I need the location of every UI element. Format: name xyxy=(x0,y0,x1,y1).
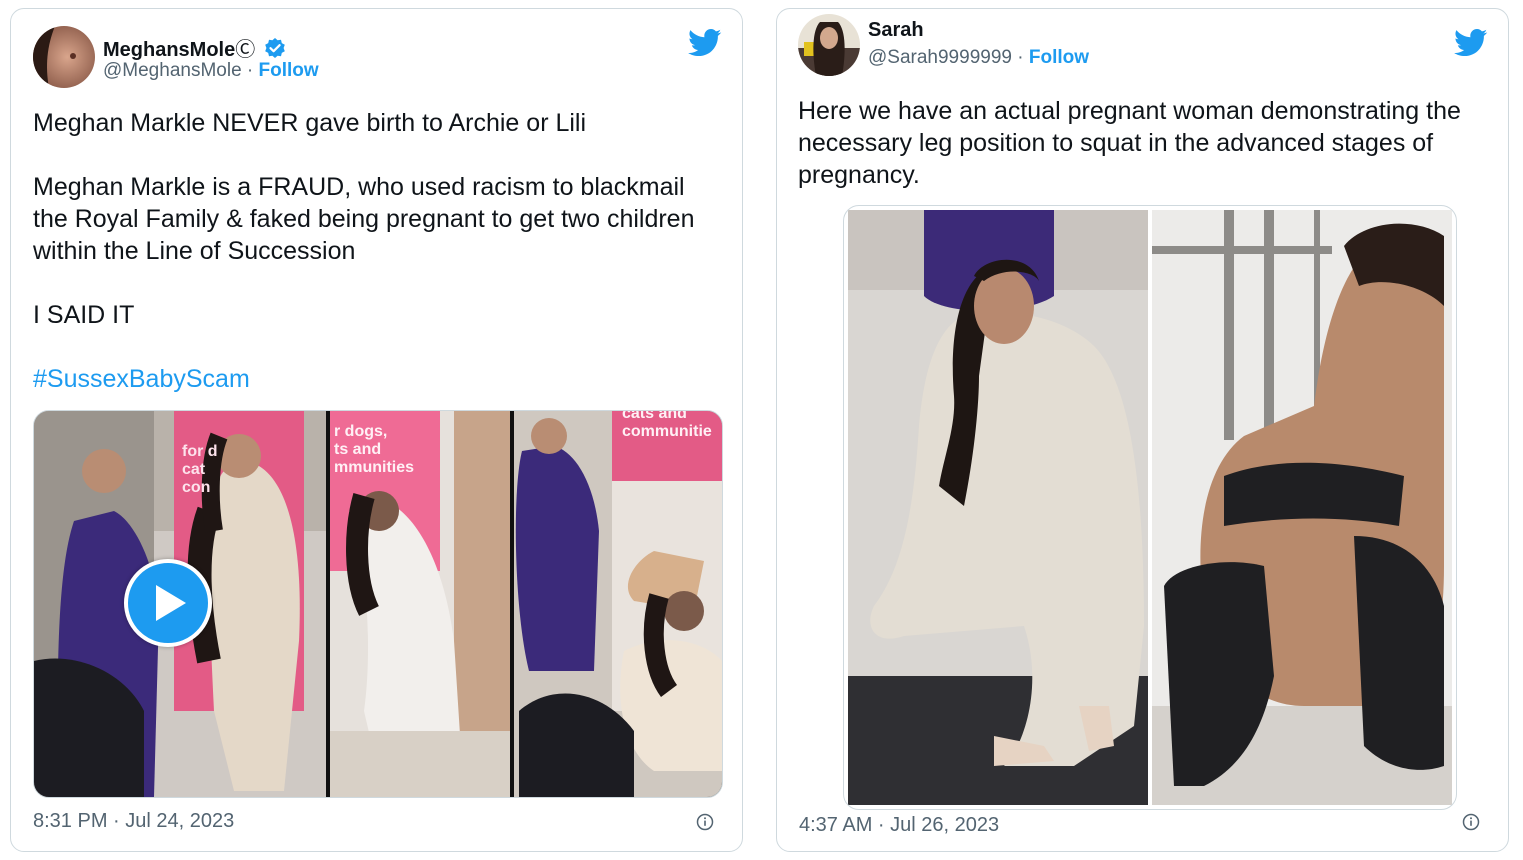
info-icon[interactable] xyxy=(696,813,714,831)
banner-text-frame1: for d cat con xyxy=(182,443,218,496)
tweet-card-1: MeghansMoleⒸ @MeghansMole · Follow Megha… xyxy=(10,8,743,852)
hashtag-link[interactable]: #SussexBabyScam xyxy=(33,363,723,395)
follow-button[interactable]: Follow xyxy=(1029,47,1089,68)
play-button[interactable] xyxy=(124,559,212,647)
info-icon[interactable] xyxy=(1462,813,1480,831)
image-panels xyxy=(848,210,1452,805)
dot-separator: · xyxy=(1017,47,1024,68)
author-handle-line: @Sarah9999999 · Follow xyxy=(868,47,1089,69)
tweet-text: Meghan Markle NEVER gave birth to Archie… xyxy=(33,107,723,395)
tweet-text-line-1: Meghan Markle NEVER gave birth to Archie… xyxy=(33,109,587,137)
tweet-text: Here we have an actual pregnant woman de… xyxy=(798,97,1461,189)
twitter-bird-icon[interactable] xyxy=(688,29,722,57)
tweet-timestamp[interactable]: 4:37 AM · Jul 26, 2023 xyxy=(799,814,999,837)
play-icon xyxy=(156,585,186,621)
author-handle[interactable]: @MeghansMole xyxy=(103,60,242,81)
tweet-video[interactable]: for d cat con r dogs, ts and mmunities c… xyxy=(33,410,723,798)
avatar[interactable] xyxy=(798,14,860,76)
tweet-text-line-3: I SAID IT xyxy=(33,301,135,329)
tweet-text-line-2: Meghan Markle is a FRAUD, who used racis… xyxy=(33,173,695,265)
avatar[interactable] xyxy=(33,26,95,88)
dot-separator: · xyxy=(246,60,254,81)
author-handle[interactable]: @Sarah9999999 xyxy=(868,47,1012,68)
author-name[interactable]: Sarah xyxy=(868,19,924,42)
banner-text-frame2: r dogs, ts and mmunities xyxy=(334,423,415,476)
tweet-card-2: Sarah @Sarah9999999 · Follow Here we hav… xyxy=(776,8,1509,852)
author-handle-line: @MeghansMole · Follow xyxy=(103,60,319,82)
copyright-badge: Ⓒ xyxy=(235,39,256,61)
follow-button[interactable]: Follow xyxy=(259,60,319,81)
tweet-timestamp[interactable]: 8:31 PM · Jul 24, 2023 xyxy=(33,810,234,833)
tweet-image[interactable] xyxy=(843,205,1457,810)
twitter-bird-icon[interactable] xyxy=(1454,29,1488,57)
banner-text-frame3: cats and communitie xyxy=(622,410,712,440)
